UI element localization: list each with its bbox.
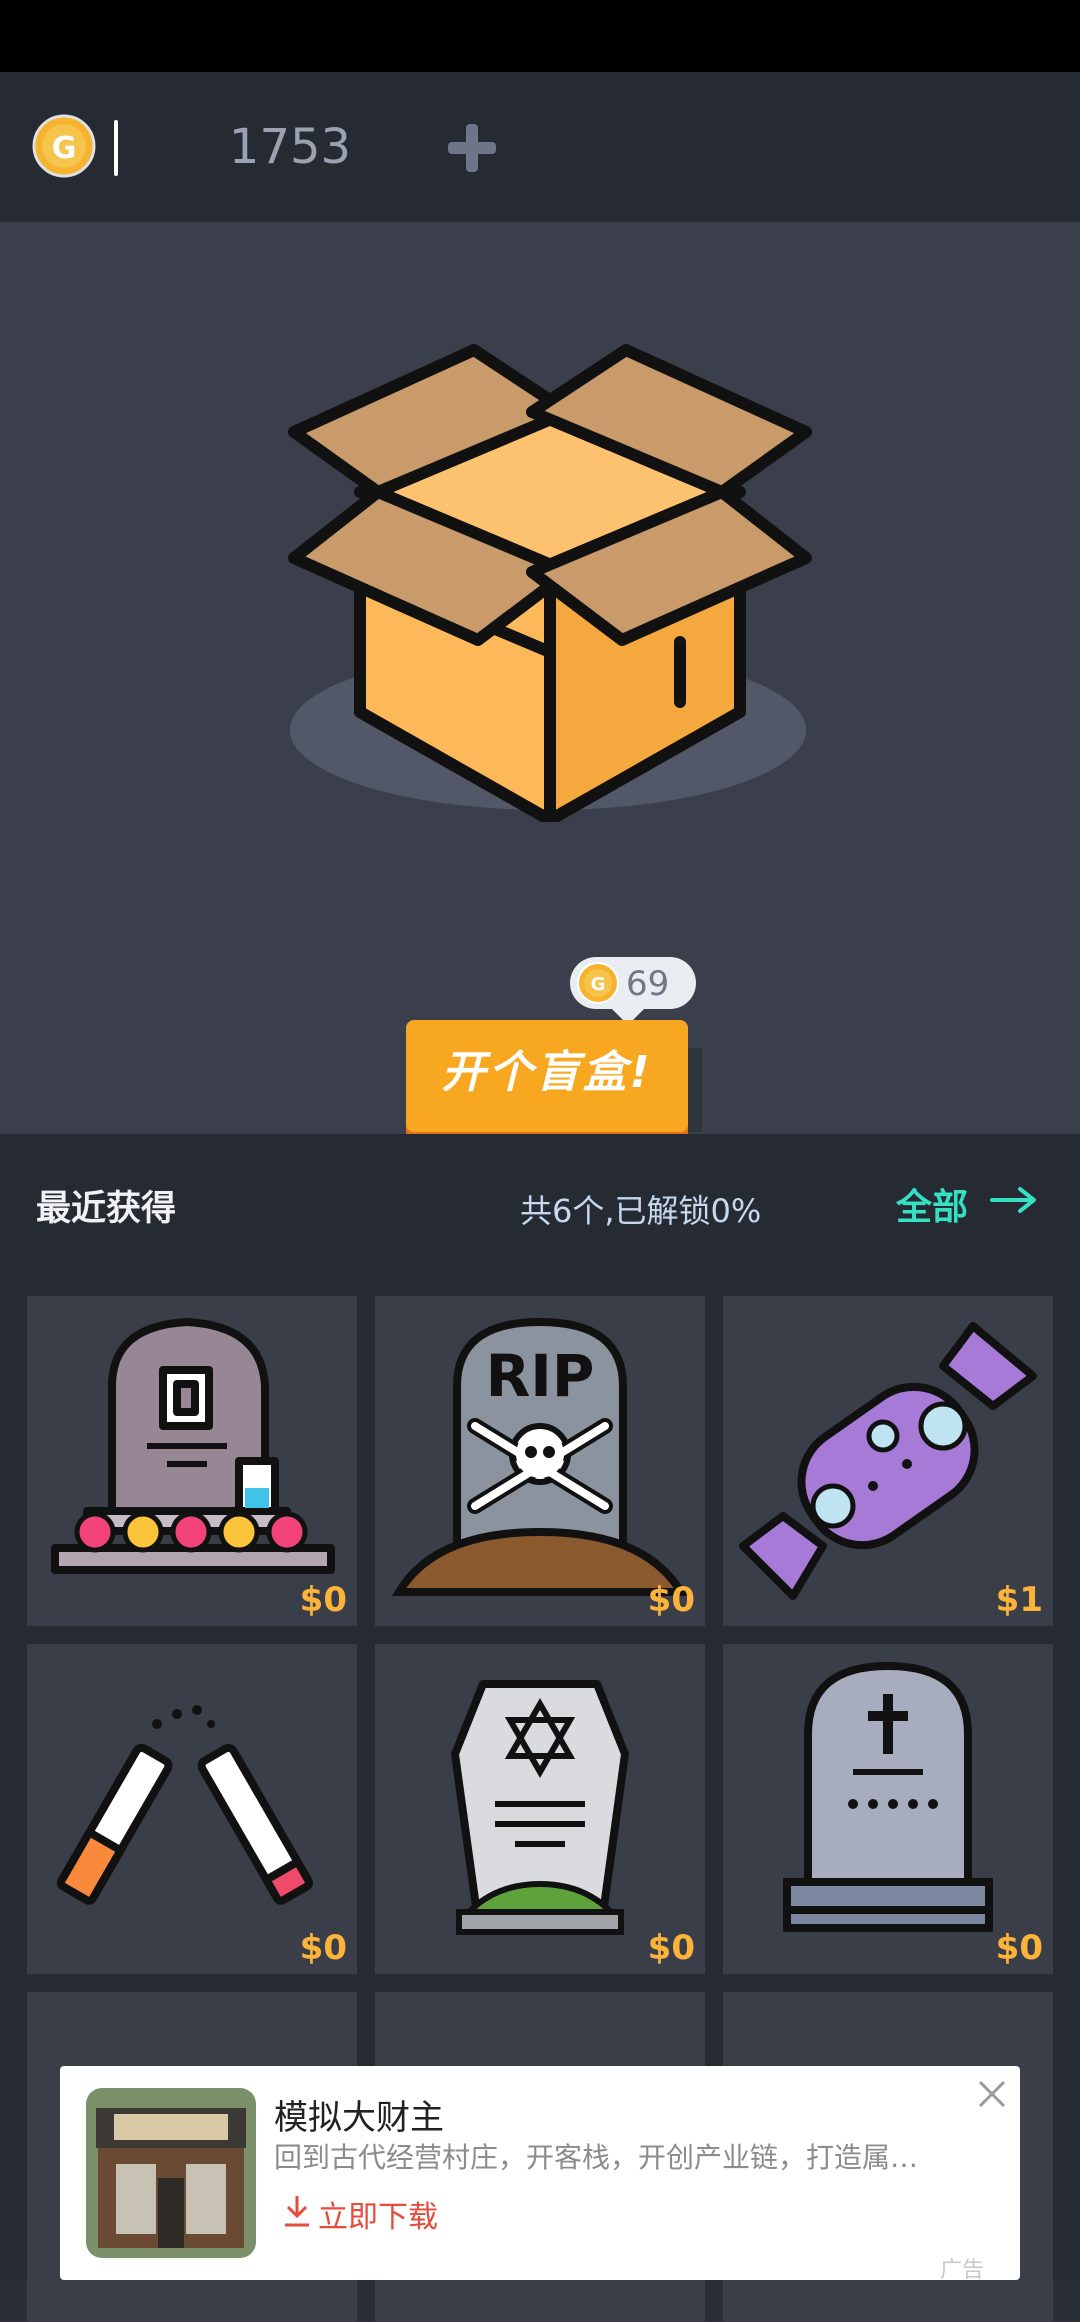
item-price: $0	[995, 1928, 1043, 1968]
coin-balance: 1753	[228, 119, 352, 175]
open-blind-box-button[interactable]: 开个盲盒!	[406, 1020, 688, 1132]
item-price: $0	[647, 1928, 695, 1968]
item-price: $0	[299, 1928, 347, 1968]
view-all-link[interactable]: 全部	[896, 1178, 968, 1230]
recent-header: 最近获得 共6个,已解锁0% 全部	[0, 1134, 1080, 1280]
item-card[interactable]: $0	[27, 1296, 357, 1626]
gold-coin-icon: G	[32, 114, 96, 178]
unlock-status: 共6个,已解锁0%	[520, 1192, 762, 1230]
divider	[114, 120, 118, 176]
cross-tombstone-icon	[783, 1661, 993, 1932]
item-card[interactable]: $0	[27, 1644, 357, 1974]
box-price-bubble: G 69	[570, 957, 696, 1025]
ad-title: 模拟大财主	[274, 2098, 444, 2138]
arrow-right-icon[interactable]	[990, 1186, 1038, 1214]
game-thumbnail-image	[86, 2088, 256, 2258]
download-button[interactable]: 立即下载	[318, 2192, 438, 2236]
svg-text:G: G	[52, 131, 77, 166]
ad-banner[interactable]: 模拟大财主 回到古代经营村庄，开客栈，开创产业链，打造属… 立即下载 广告	[60, 2066, 1020, 2283]
item-card[interactable]: $0	[723, 1644, 1053, 1974]
add-coins-icon[interactable]	[442, 118, 502, 178]
download-icon[interactable]	[282, 2194, 312, 2228]
close-icon[interactable]	[976, 2078, 1008, 2110]
item-card[interactable]: $0	[375, 1644, 705, 1974]
gold-coin-icon: G	[577, 962, 619, 1004]
box-price: 69	[626, 964, 670, 1004]
button-shadow	[688, 1048, 702, 1132]
mystery-box-icon[interactable]	[280, 322, 820, 822]
svg-text:G: G	[591, 974, 606, 995]
item-price: $0	[647, 1580, 695, 1620]
item-price: $0	[299, 1580, 347, 1620]
status-bar	[0, 0, 1080, 72]
ad-description: 回到古代经营村庄，开客栈，开创产业链，打造属…	[274, 2141, 919, 2174]
item-card[interactable]: RIP $0	[375, 1296, 705, 1626]
recent-title: 最近获得	[36, 1189, 177, 1229]
rip-tombstone-icon: RIP	[391, 1317, 689, 1596]
item-card[interactable]: $1	[723, 1296, 1053, 1626]
mystery-box-area: G 69 开个盲盒!	[0, 222, 1080, 1134]
ad-badge: 广告	[940, 2258, 985, 2283]
memorial-grave-icon	[51, 1318, 335, 1574]
top-bar: G 1753	[0, 72, 1080, 222]
svg-text:RIP: RIP	[486, 1342, 595, 1410]
star-of-david-tombstone-icon	[451, 1680, 629, 1935]
broken-cigarette-icon	[56, 1705, 314, 1905]
candy-icon	[739, 1322, 1037, 1600]
item-price: $1	[995, 1580, 1043, 1620]
